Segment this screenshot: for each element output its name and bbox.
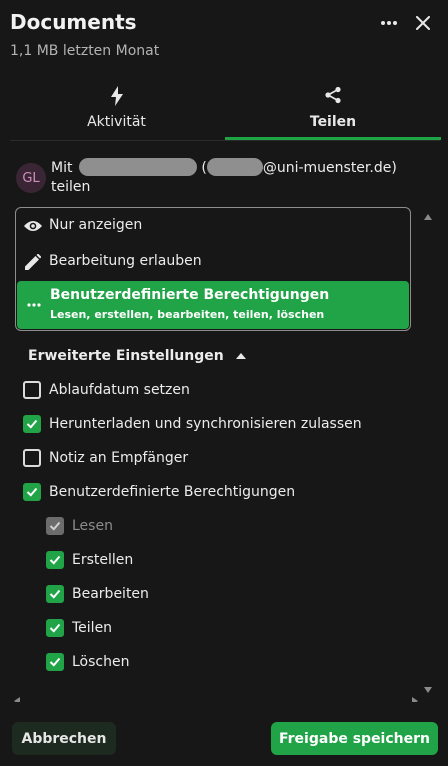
checkbox-label: Lesen — [72, 518, 113, 534]
checkbox-permission-share[interactable]: Teilen — [46, 617, 112, 639]
checkbox-box[interactable] — [23, 381, 41, 399]
file-title: Documents — [10, 10, 137, 34]
checkbox-permission-read: Lesen — [46, 515, 113, 537]
checkbox-expiration-date[interactable]: Ablaufdatum setzen — [23, 379, 190, 401]
scroll-up-arrow[interactable] — [424, 205, 436, 220]
share-footer: Abbrechen Freigabe speichern — [0, 704, 448, 766]
tab-activity-label: Aktivität — [87, 114, 146, 130]
tab-share[interactable]: Teilen — [225, 80, 441, 142]
checkmark-icon — [26, 487, 38, 497]
checkbox-label: Ablaufdatum setzen — [49, 382, 190, 398]
tab-divider — [10, 140, 440, 141]
close-button[interactable] — [410, 10, 436, 36]
horizontal-scrollbar[interactable] — [0, 686, 448, 702]
checkbox-label: Löschen — [72, 654, 130, 670]
cancel-button[interactable]: Abbrechen — [12, 722, 116, 755]
caret-up-icon — [424, 214, 432, 220]
dots-horizontal-icon — [27, 303, 41, 307]
sidebar-header: Documents 1,1 MB letzten Monat — [0, 0, 448, 80]
share-icon — [325, 86, 341, 104]
checkbox-box[interactable] — [46, 551, 64, 569]
advanced-settings-label: Erweiterte Einstellungen — [28, 348, 224, 364]
checkmark-icon — [26, 419, 38, 429]
share-suffix: teilen — [51, 179, 91, 195]
option-allow-edit-label: Bearbeitung erlauben — [49, 253, 202, 269]
eye-icon — [24, 221, 42, 231]
save-share-button[interactable]: Freigabe speichern — [271, 722, 438, 755]
checkbox-label: Bearbeiten — [72, 586, 149, 602]
checkmark-icon — [49, 589, 61, 599]
option-view-only[interactable]: Nur anzeigen — [16, 208, 410, 244]
redacted-email-user — [206, 158, 263, 176]
file-subtitle: 1,1 MB letzten Monat — [10, 43, 160, 59]
redacted-name — [78, 158, 197, 176]
checkbox-box[interactable] — [46, 585, 64, 603]
more-actions-button[interactable] — [376, 10, 402, 36]
checkbox-label: Benutzerdefinierte Berechtigungen — [49, 484, 296, 500]
option-view-only-label: Nur anzeigen — [49, 217, 143, 233]
pencil-icon — [25, 254, 41, 270]
caret-right-icon — [412, 697, 418, 702]
checkbox-label: Erstellen — [72, 552, 134, 568]
tab-bar: Aktivität Teilen — [0, 80, 448, 142]
lightning-icon — [110, 86, 123, 106]
scroll-right-arrow[interactable] — [412, 690, 418, 702]
checkbox-box[interactable] — [46, 619, 64, 637]
checkbox-box[interactable] — [46, 653, 64, 671]
checkbox-custom-permissions[interactable]: Benutzerdefinierte Berechtigungen — [23, 481, 295, 503]
tab-activity[interactable]: Aktivität — [8, 80, 225, 142]
share-recipient-line: Mit ( @uni-muenster.de) — [51, 158, 397, 178]
email-domain: @uni-muenster.de) — [262, 160, 397, 176]
option-custom-permissions-label: Benutzerdefinierte Berechtigungen — [50, 287, 330, 303]
checkbox-permission-create[interactable]: Erstellen — [46, 549, 133, 571]
option-custom-permissions[interactable]: Benutzerdefinierte Berechtigungen Lesen,… — [17, 281, 409, 329]
close-icon — [416, 16, 430, 30]
checkmark-icon — [49, 623, 61, 633]
dots-horizontal-icon — [381, 21, 397, 25]
checkbox-box — [46, 517, 64, 535]
advanced-settings-toggle[interactable]: Erweiterte Einstellungen — [28, 346, 246, 366]
caret-left-icon — [14, 697, 20, 702]
option-custom-permissions-summary: Lesen, erstellen, bearbeiten, teilen, lö… — [50, 308, 325, 321]
open-paren: ( — [201, 160, 207, 176]
checkmark-icon — [49, 521, 61, 531]
tab-share-label: Teilen — [309, 114, 357, 130]
checkbox-permission-edit[interactable]: Bearbeiten — [46, 583, 149, 605]
permission-dropdown: Nur anzeigen Bearbeitung erlauben Benutz… — [15, 207, 411, 331]
checkbox-box[interactable] — [23, 415, 41, 433]
checkbox-label: Notiz an Empfänger — [49, 450, 189, 466]
triangle-up-icon — [235, 353, 246, 359]
checkbox-allow-download[interactable]: Herunterladen und synchronisieren zulass… — [23, 413, 362, 435]
share-prefix: Mit — [51, 160, 73, 176]
checkbox-note-to-recipient[interactable]: Notiz an Empfänger — [23, 447, 188, 469]
checkmark-icon — [49, 657, 61, 667]
checkbox-box[interactable] — [23, 483, 41, 501]
checkmark-icon — [49, 555, 61, 565]
active-tab-indicator — [225, 137, 441, 140]
checkbox-label: Teilen — [72, 620, 113, 636]
scroll-left-arrow[interactable] — [14, 690, 20, 702]
checkbox-label: Herunterladen und synchronisieren zulass… — [49, 416, 362, 432]
share-settings-panel: GL Mit ( @uni-muenster.de) teilen Nur anz… — [0, 142, 448, 702]
checkbox-permission-delete[interactable]: Löschen — [46, 651, 129, 673]
option-allow-edit[interactable]: Bearbeitung erlauben — [16, 244, 410, 280]
checkbox-box[interactable] — [23, 449, 41, 467]
avatar: GL — [16, 163, 46, 193]
